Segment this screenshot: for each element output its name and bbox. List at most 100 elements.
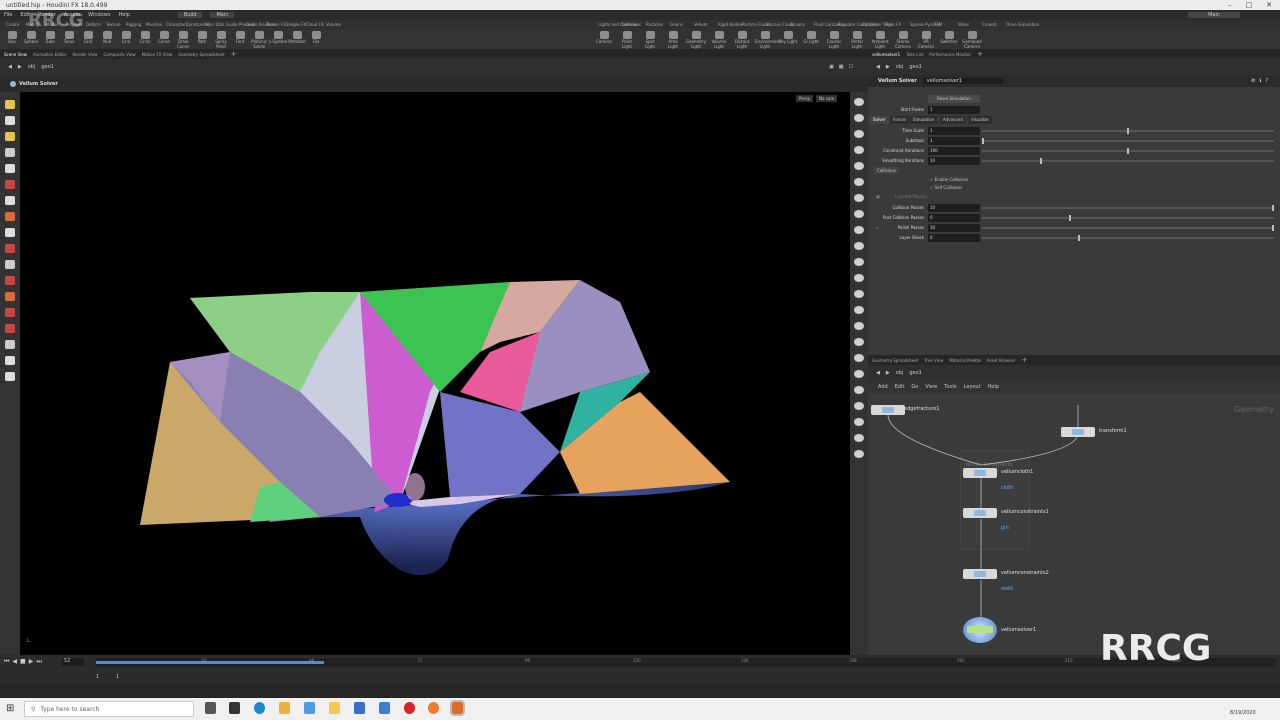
shelf-tab[interactable]: Simple FX <box>286 22 306 27</box>
node-vellumconstraints1[interactable] <box>963 508 997 518</box>
shelf-tab[interactable]: Pyro FX <box>886 22 901 27</box>
play-icon[interactable]: ▶ <box>29 658 34 666</box>
tab-simulation[interactable]: Simulation <box>910 116 938 124</box>
tool-icon[interactable] <box>5 308 15 317</box>
close-icon[interactable]: ✕ <box>1266 1 1272 9</box>
shelf-tool[interactable]: Switcher <box>939 31 959 44</box>
param-slider[interactable] <box>982 158 1274 164</box>
shelf-tool[interactable]: Grid <box>78 31 98 44</box>
shelf-tab[interactable]: Particles <box>646 22 663 27</box>
shelf-tool[interactable]: Portal Light <box>847 31 867 49</box>
shelf-tool[interactable]: Geometry Light <box>686 31 706 49</box>
tool-icon[interactable] <box>5 356 15 365</box>
node-vellumcloth1[interactable] <box>963 468 997 478</box>
tab-composite-view[interactable]: Composite View <box>104 52 136 57</box>
path-geo1[interactable]: geo1 <box>909 64 922 70</box>
add-tab-icon[interactable]: + <box>1021 356 1027 364</box>
shelf-tab[interactable]: Volume <box>326 22 341 27</box>
shelf-tool[interactable]: Ambient Light <box>870 31 890 49</box>
shelf-tab[interactable]: Crowds <box>982 22 997 27</box>
add-tab-icon[interactable]: + <box>977 50 983 58</box>
display-option-icon[interactable] <box>854 178 864 186</box>
tool-icon[interactable] <box>5 372 15 381</box>
menu-windows[interactable]: Windows <box>88 12 110 18</box>
display-option-icon[interactable] <box>854 194 864 202</box>
desktop-main-right[interactable]: Main <box>1188 12 1240 18</box>
display-option-icon[interactable] <box>854 354 864 362</box>
shelf-tool[interactable]: Tube <box>40 31 60 44</box>
shelf-tab[interactable]: Drive Simulation <box>1006 22 1039 27</box>
forward-icon[interactable]: ▶ <box>886 370 890 376</box>
network-menu-item[interactable]: Go <box>911 384 918 390</box>
start-frame-field[interactable]: 1 <box>928 106 980 114</box>
display-option-icon[interactable] <box>854 306 864 314</box>
tab-asset-browser[interactable]: Asset Browser <box>987 358 1015 363</box>
tool-icon[interactable] <box>5 228 15 237</box>
param-slider[interactable] <box>982 215 1274 221</box>
slider-knob[interactable] <box>1272 205 1274 211</box>
node-transform1[interactable] <box>1061 427 1095 437</box>
scene-viewport[interactable]: Persp No cam ∟ <box>20 92 850 655</box>
tab-geometry-spreadsheet[interactable]: Geometry Spreadsheet <box>872 358 918 363</box>
shelf-tool[interactable]: Sphere <box>21 31 41 44</box>
shelf-tool[interactable]: L-System <box>268 31 288 44</box>
shelf-tool[interactable]: Area Light <box>663 31 683 49</box>
tool-icon[interactable] <box>5 260 15 269</box>
shelf-tool[interactable]: Volume Light <box>709 31 729 49</box>
param-slider[interactable] <box>982 235 1274 241</box>
tool-icon[interactable] <box>5 180 15 189</box>
shelf-tool[interactable]: Spot Light <box>640 31 660 49</box>
shelf-tool[interactable]: Box <box>2 31 22 44</box>
tool-icon[interactable] <box>5 212 15 221</box>
edge-icon[interactable] <box>254 702 265 714</box>
shelf-tab[interactable]: Characters <box>166 22 188 27</box>
shelf-tool[interactable]: Sky Light <box>778 31 798 44</box>
shelf-tool[interactable]: VR Camera <box>916 31 936 49</box>
view-menu[interactable]: Persp <box>796 95 813 102</box>
range-start[interactable]: 1 <box>96 674 99 680</box>
network-menu-item[interactable]: View <box>925 384 937 390</box>
back-icon[interactable]: ◀ <box>876 370 880 376</box>
tab-tree-view[interactable]: Tree View <box>924 358 943 363</box>
tab-scene-view[interactable]: Scene View <box>4 52 27 57</box>
display-option-icon[interactable] <box>854 226 864 234</box>
display-option-icon[interactable] <box>854 130 864 138</box>
shelf-tool[interactable]: Environment Light <box>755 31 781 49</box>
shelf-tab[interactable]: Oceans <box>790 22 805 27</box>
forward-icon[interactable]: ▶ <box>886 64 890 70</box>
shelf-tool[interactable]: Platonic Solids <box>249 31 269 49</box>
menu-help[interactable]: Help <box>118 12 129 18</box>
network-menu-item[interactable]: Add <box>878 384 888 390</box>
shelf-tool[interactable]: Draw Curve <box>173 31 193 49</box>
shelf-tool[interactable]: Line <box>116 31 136 44</box>
slider-knob[interactable] <box>1040 158 1042 164</box>
enable-collisions-checkbox[interactable]: ✓ Enable Collisions <box>930 177 968 182</box>
path-obj[interactable]: obj <box>896 370 904 376</box>
shelf-tab[interactable]: Muscles <box>146 22 162 27</box>
display-option-icon[interactable] <box>854 210 864 218</box>
tab-motion-fx-view[interactable]: Motion FX View <box>142 52 173 57</box>
tool-icon[interactable] <box>5 324 15 333</box>
explorer-icon[interactable] <box>329 702 340 714</box>
tab-geometry-spreadsheet[interactable]: Geometry Spreadsheet <box>178 52 224 57</box>
tool-icon[interactable] <box>5 292 15 301</box>
param-field[interactable]: 0 <box>928 234 980 242</box>
shelf-tab[interactable]: Create <box>6 22 19 27</box>
tool-icon[interactable] <box>5 132 15 141</box>
collisions-folder[interactable]: Collisions <box>874 167 899 174</box>
shelf-tool[interactable]: Font <box>230 31 250 44</box>
slider-knob[interactable] <box>1272 225 1274 231</box>
shelf-tool[interactable]: Circle <box>135 31 155 44</box>
param-field[interactable]: 100 <box>928 147 980 155</box>
path-obj[interactable]: obj <box>896 64 904 70</box>
display-option-icon[interactable] <box>854 402 864 410</box>
param-slider[interactable] <box>982 225 1274 231</box>
slider-knob[interactable] <box>982 138 984 144</box>
display-option-icon[interactable] <box>854 242 864 250</box>
slider-knob[interactable] <box>1069 215 1071 221</box>
back-icon[interactable]: ◀ <box>876 64 880 70</box>
param-field[interactable]: 1 <box>928 137 980 145</box>
shelf-tool[interactable]: Null <box>97 31 117 44</box>
shelf-tool[interactable]: Curve <box>154 31 174 44</box>
tool-icon[interactable] <box>5 196 15 205</box>
